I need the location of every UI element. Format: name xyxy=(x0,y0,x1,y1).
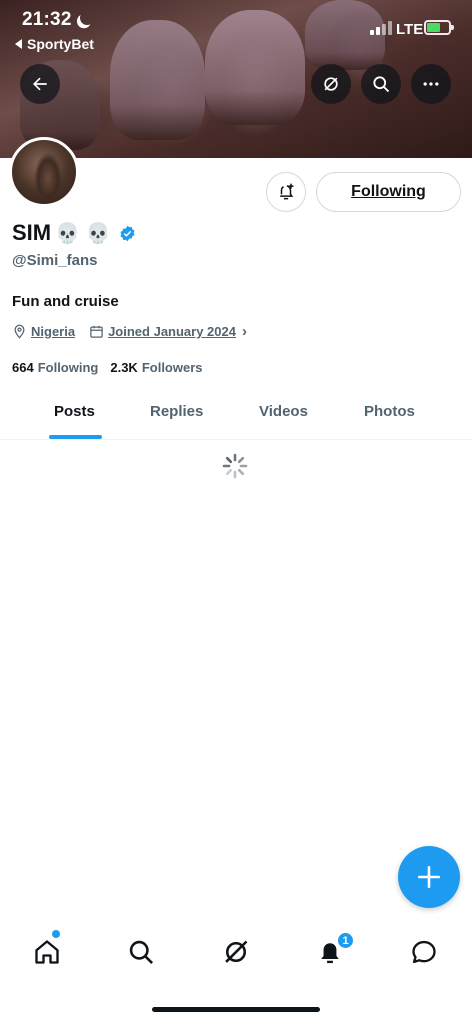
joined-date[interactable]: Joined January 2024 xyxy=(108,324,236,339)
notify-button[interactable] xyxy=(266,172,306,212)
nav-home[interactable] xyxy=(29,934,65,970)
chevron-right-icon[interactable]: › xyxy=(242,323,247,340)
following-count-link[interactable]: 664 Following xyxy=(12,360,98,375)
bell-plus-icon xyxy=(280,183,294,200)
notification-count-badge: 1 xyxy=(336,931,355,950)
calendar-icon xyxy=(90,325,103,338)
location-text[interactable]: Nigeria xyxy=(31,324,75,339)
signal-icon xyxy=(370,19,392,35)
moon-icon xyxy=(78,9,96,27)
search-icon xyxy=(373,76,390,93)
home-unread-dot xyxy=(52,930,60,938)
profile-bio: Fun and cruise xyxy=(12,293,119,310)
avatar[interactable] xyxy=(9,137,79,207)
tab-posts[interactable]: Posts xyxy=(54,403,95,420)
compose-button[interactable] xyxy=(398,846,460,908)
battery-icon xyxy=(424,20,454,35)
grok-icon xyxy=(324,77,338,91)
network-type: LTE xyxy=(396,21,424,38)
status-bar: 21:32 SportyBet LTE xyxy=(0,0,472,56)
following-button[interactable]: Following xyxy=(316,172,461,212)
tab-videos[interactable]: Videos xyxy=(259,403,308,420)
followers-count-link[interactable]: 2.3K Followers xyxy=(110,360,202,375)
back-arrow-icon xyxy=(33,77,47,91)
verified-badge-icon[interactable] xyxy=(119,225,136,242)
location-icon xyxy=(14,324,25,339)
search-button[interactable] xyxy=(361,64,401,104)
profile-handle: @Simi_fans xyxy=(12,252,98,269)
follow-counts: 664 Following 2.3K Followers xyxy=(12,360,215,375)
nav-messages[interactable] xyxy=(406,934,442,970)
profile-tabs: Posts Replies Videos Photos xyxy=(0,388,472,440)
more-button[interactable] xyxy=(411,64,451,104)
name-row: SIM 💀 💀 xyxy=(12,218,136,248)
messages-icon xyxy=(412,940,436,964)
back-to-app-link[interactable]: SportyBet xyxy=(15,36,94,52)
name-emoji: 💀 💀 xyxy=(55,222,111,245)
grok-icon xyxy=(225,940,248,963)
search-icon xyxy=(129,940,153,964)
plus-icon xyxy=(417,865,441,889)
status-time: 21:32 xyxy=(22,9,72,30)
nav-search[interactable] xyxy=(123,934,159,970)
display-name: SIM xyxy=(12,220,52,245)
more-icon xyxy=(423,82,439,86)
loading-spinner-icon xyxy=(222,453,248,479)
profile-meta: Nigeria Joined January 2024 › xyxy=(12,323,247,340)
back-button[interactable] xyxy=(20,64,60,104)
home-icon xyxy=(35,940,59,964)
tab-photos[interactable]: Photos xyxy=(364,403,415,420)
active-tab-indicator xyxy=(49,435,102,439)
tab-replies[interactable]: Replies xyxy=(150,403,203,420)
home-indicator[interactable] xyxy=(152,1007,320,1012)
grok-button[interactable] xyxy=(311,64,351,104)
nav-grok[interactable] xyxy=(218,934,254,970)
